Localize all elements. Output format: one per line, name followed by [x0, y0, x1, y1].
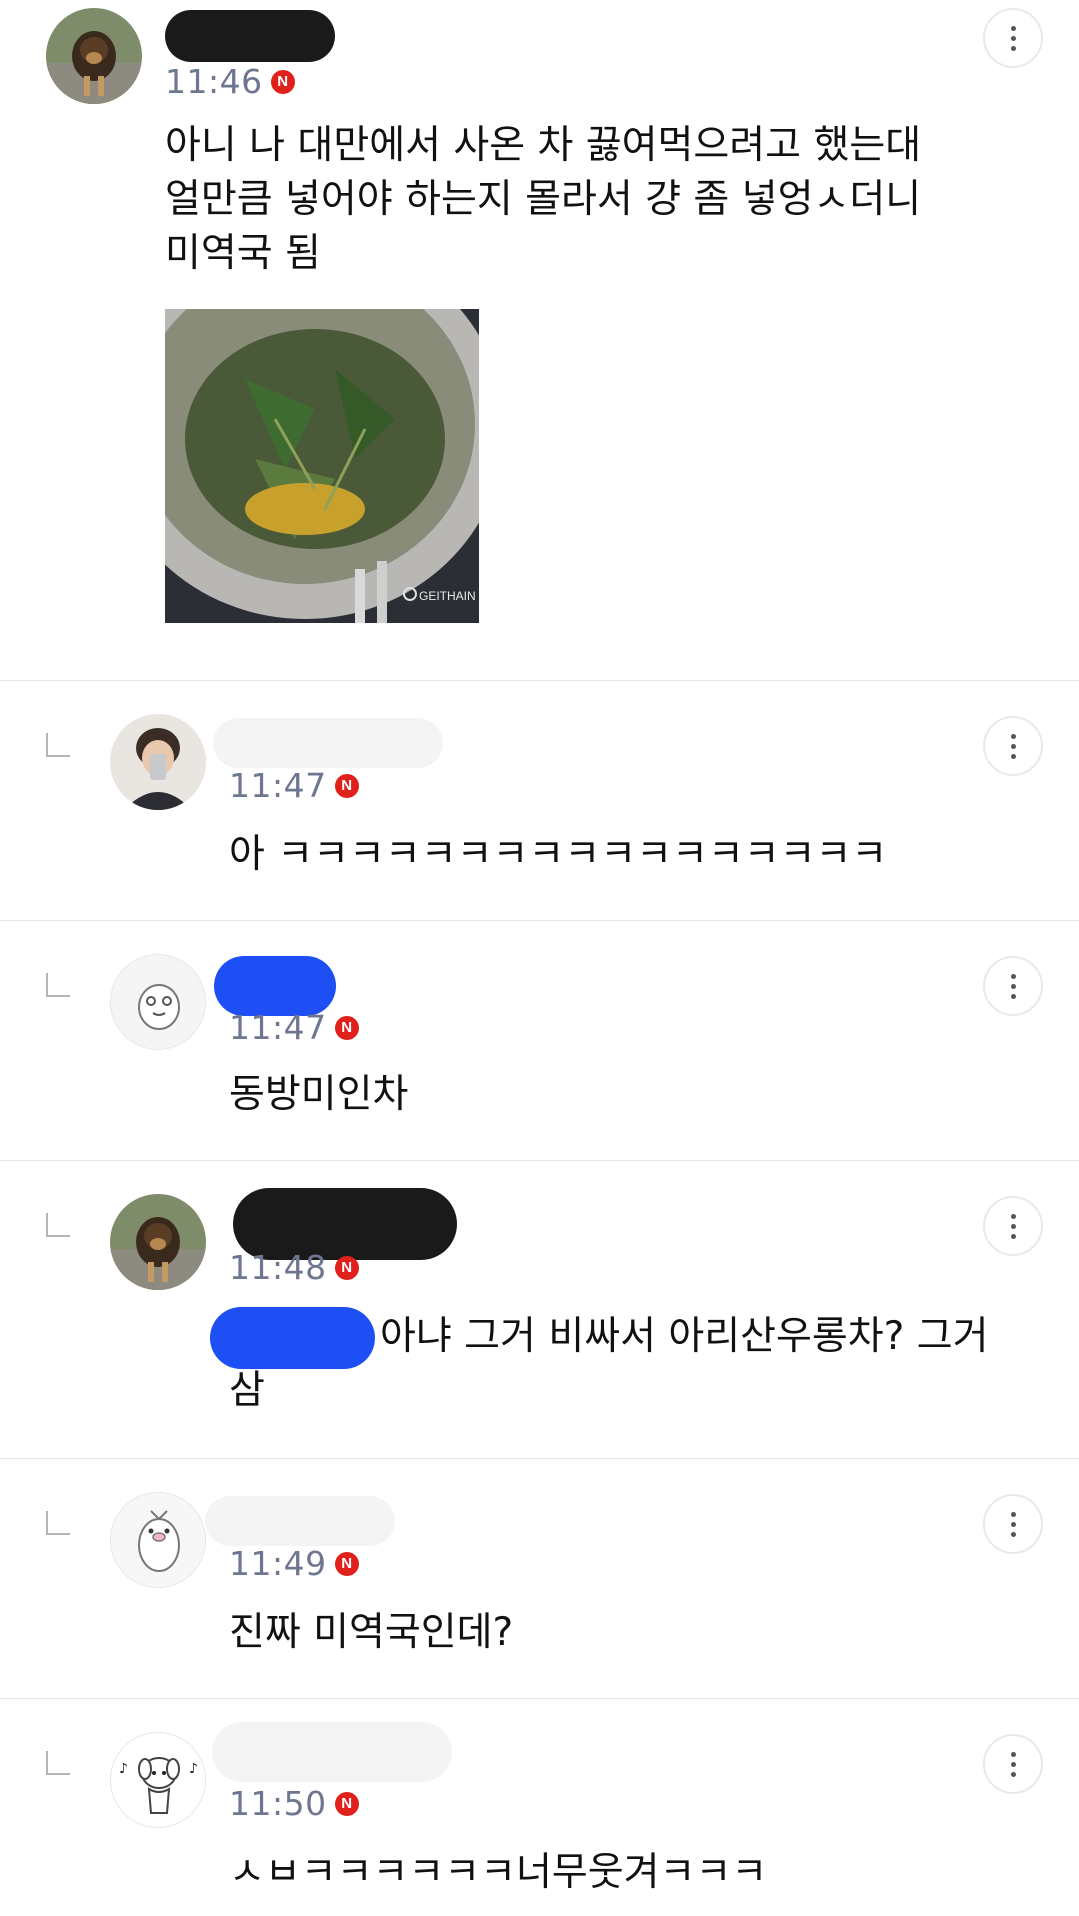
reply-arrow-icon	[46, 733, 70, 757]
more-options-button[interactable]	[983, 1734, 1043, 1794]
comment-line: ㅅㅂㅋㅋㅋㅋㅋㅋ너무웃겨ㅋㅋㅋ	[229, 1850, 768, 1895]
avatar[interactable]	[110, 714, 206, 810]
comment-line: 얼만큼 넣어야 하는지 몰라서 걍 좀 넣엉ㅅ더니	[165, 177, 922, 222]
avatar[interactable]	[46, 8, 142, 104]
comment-thread: 11:46 N 아니 나 대만에서 사온 차 끓여먹으려고 했는대 얼만큼 넣어…	[0, 0, 1079, 1916]
more-options-button[interactable]	[983, 1196, 1043, 1256]
photo-brand-text: GEITHAIN	[419, 589, 476, 603]
avatar[interactable]	[110, 1492, 206, 1588]
reply-arrow-icon	[46, 1751, 70, 1775]
more-options-button[interactable]	[983, 1494, 1043, 1554]
comment-meta: 11:49 N	[229, 1544, 359, 1583]
reply-arrow-icon	[46, 1213, 70, 1237]
more-vertical-icon	[1010, 1751, 1016, 1777]
comment-text: 진짜 미역국인데?	[229, 1606, 513, 1660]
comment-meta: 11:47 N	[229, 766, 359, 805]
comment-meta: 11:47 N	[229, 1008, 359, 1047]
comment-text: 아 ㅋㅋㅋㅋㅋㅋㅋㅋㅋㅋㅋㅋㅋㅋㅋㅋㅋ	[229, 828, 887, 882]
more-options-button[interactable]	[983, 716, 1043, 776]
comment-line: 아니 나 대만에서 사온 차 끓여먹으려고 했는대	[165, 123, 922, 168]
new-badge-icon: N	[334, 1791, 359, 1816]
comment-time: 11:47	[229, 1008, 327, 1047]
redacted-nickname	[213, 718, 443, 768]
more-vertical-icon	[1010, 25, 1016, 51]
svg-text:♪: ♪	[119, 1761, 128, 1777]
comment-meta: 11:46 N	[165, 62, 295, 101]
new-badge-icon: N	[270, 69, 295, 94]
more-vertical-icon	[1010, 733, 1016, 759]
comment-line: 아냐 그거 비싸서 아리산우롱차? 그거	[380, 1314, 989, 1359]
comment-time: 11:46	[165, 62, 263, 101]
svg-text:♪: ♪	[189, 1761, 198, 1777]
comment-time: 11:50	[229, 1784, 327, 1823]
attached-photo[interactable]: GEITHAIN	[165, 309, 479, 623]
new-badge-icon: N	[334, 773, 359, 798]
new-badge-icon: N	[334, 1015, 359, 1040]
comment-item: 11:46 N 아니 나 대만에서 사온 차 끓여먹으려고 했는대 얼만큼 넣어…	[0, 0, 1079, 681]
more-options-button[interactable]	[983, 8, 1043, 68]
reply-item: 11:47 N 아 ㅋㅋㅋㅋㅋㅋㅋㅋㅋㅋㅋㅋㅋㅋㅋㅋㅋ	[0, 680, 1079, 921]
reply-item: ♪ ♪ 11:50 N ㅅㅂㅋㅋㅋㅋㅋㅋ너무웃겨ㅋㅋㅋ	[0, 1698, 1079, 1916]
comment-text: 동방미인차	[229, 1068, 408, 1122]
avatar[interactable]	[110, 954, 206, 1050]
comment-text: ㅅㅂㅋㅋㅋㅋㅋㅋ너무웃겨ㅋㅋㅋ	[229, 1846, 767, 1900]
reply-item: 11:47 N 동방미인차	[0, 920, 1079, 1161]
reply-item: 11:48 N 아냐 그거 비싸서 아리산우롱차? 그거 삼	[0, 1160, 1079, 1459]
new-badge-icon: N	[334, 1255, 359, 1280]
avatar[interactable]	[110, 1194, 206, 1290]
more-vertical-icon	[1010, 1511, 1016, 1537]
redacted-nickname	[212, 1722, 452, 1782]
comment-line: 동방미인차	[229, 1072, 409, 1117]
comment-line: 삼	[229, 1368, 265, 1413]
redacted-nickname	[205, 1496, 395, 1546]
new-badge-icon: N	[334, 1551, 359, 1576]
comment-line: 아 ㅋㅋㅋㅋㅋㅋㅋㅋㅋㅋㅋㅋㅋㅋㅋㅋㅋ	[229, 832, 888, 877]
comment-time: 11:47	[229, 766, 327, 805]
comment-time: 11:48	[229, 1248, 327, 1287]
reply-arrow-icon	[46, 973, 70, 997]
more-vertical-icon	[1010, 973, 1016, 999]
comment-line: 진짜 미역국인데?	[229, 1610, 514, 1655]
comment-text: 아니 나 대만에서 사온 차 끓여먹으려고 했는대 얼만큼 넣어야 하는지 몰라…	[165, 119, 921, 281]
redacted-nickname	[214, 956, 336, 1016]
reply-arrow-icon	[46, 1511, 70, 1535]
reply-item: 11:49 N 진짜 미역국인데?	[0, 1458, 1079, 1699]
more-options-button[interactable]	[983, 956, 1043, 1016]
avatar[interactable]: ♪ ♪	[110, 1732, 206, 1828]
comment-meta: 11:48 N	[229, 1248, 359, 1287]
more-vertical-icon	[1010, 1213, 1016, 1239]
redacted-nickname	[165, 10, 335, 62]
comment-text: 아냐 그거 비싸서 아리산우롱차? 그거 삼	[229, 1310, 989, 1418]
comment-line: 미역국 됨	[165, 231, 321, 276]
comment-time: 11:49	[229, 1544, 327, 1583]
comment-meta: 11:50 N	[229, 1784, 359, 1823]
